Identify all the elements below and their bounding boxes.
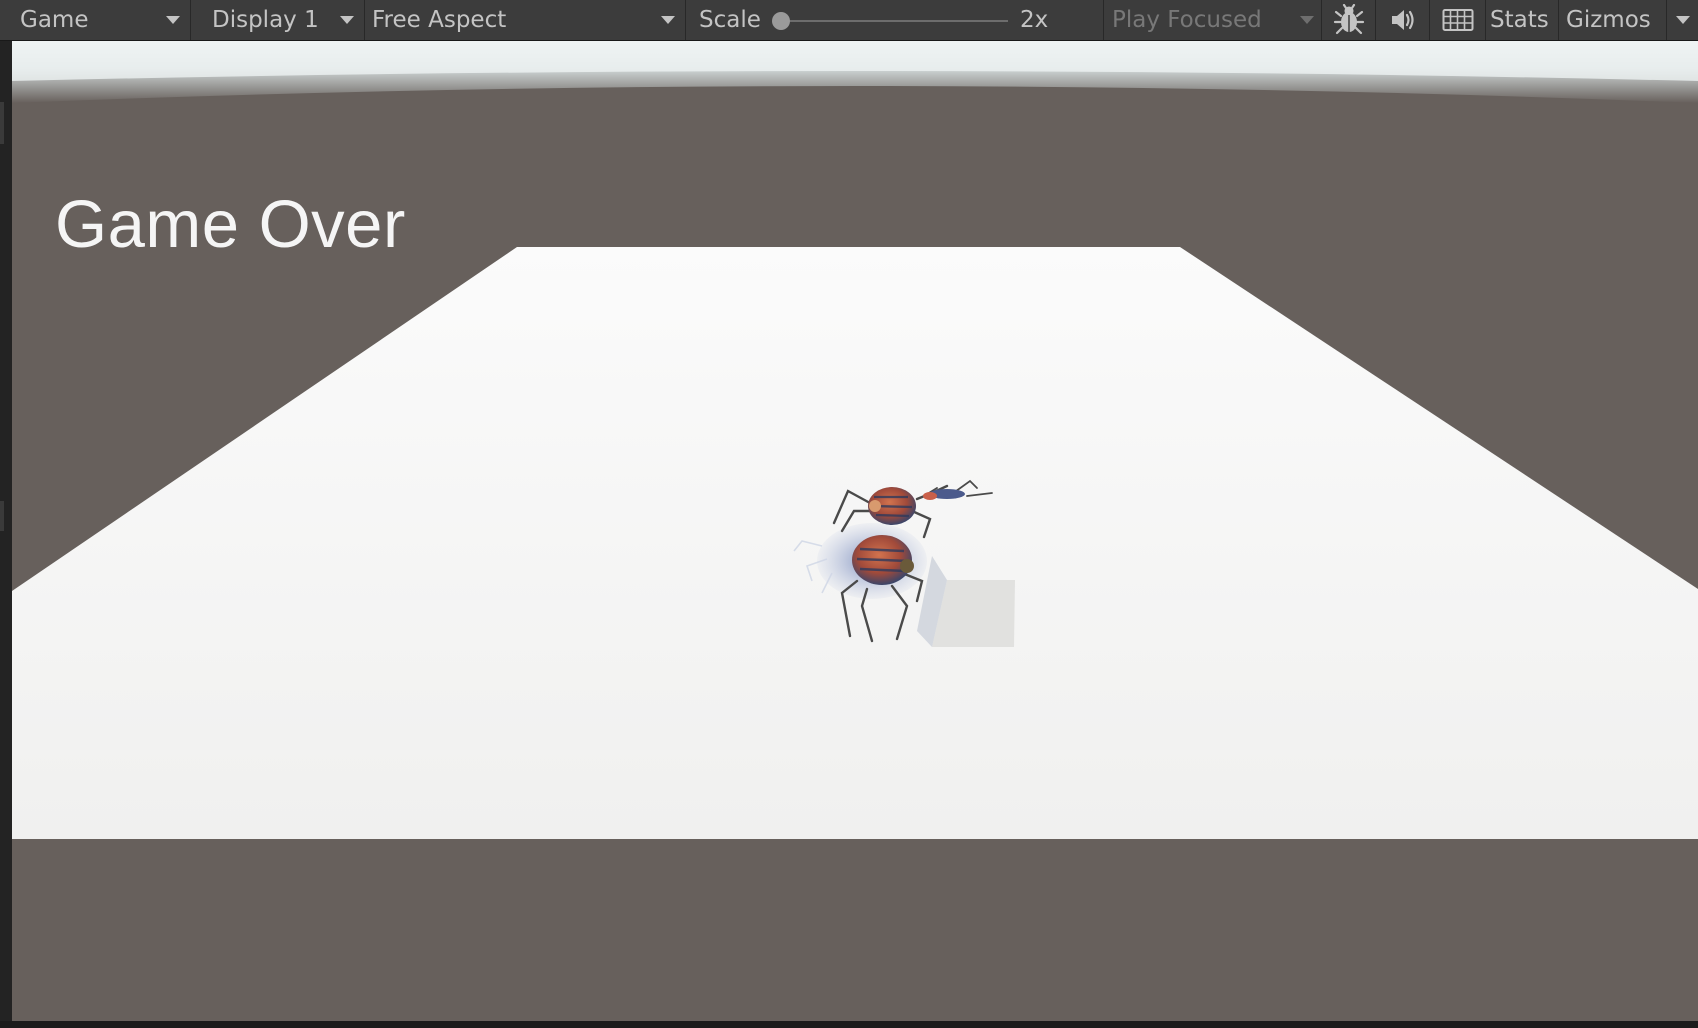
chevron-down-icon [1676, 16, 1690, 24]
speaker-icon [1392, 10, 1414, 30]
scale-slider-handle[interactable] [772, 12, 790, 30]
stats-button[interactable]: Stats [1487, 0, 1559, 40]
aspect-dropdown[interactable]: Free Aspect [366, 0, 686, 40]
panel-divider [0, 102, 4, 144]
keyboard-shortcuts-button[interactable] [1431, 0, 1486, 40]
gizmos-menu-button[interactable] [1668, 0, 1698, 40]
chevron-down-icon [1300, 16, 1314, 24]
left-panel-edge [0, 41, 12, 1028]
view-mode-label: Game [20, 7, 89, 33]
stats-label: Stats [1490, 7, 1549, 33]
window-bottom-border [0, 1021, 1698, 1028]
display-label: Display 1 [212, 7, 319, 33]
chevron-down-icon [340, 16, 354, 24]
play-mode-label: Play Focused [1112, 7, 1262, 33]
keyboard-icon [1442, 9, 1474, 31]
scale-label: Scale [699, 7, 761, 33]
chevron-down-icon [661, 16, 675, 24]
gizmos-button[interactable]: Gizmos [1560, 0, 1667, 40]
view-mode-dropdown[interactable]: Game [0, 0, 191, 40]
scale-value: 2x [1020, 7, 1049, 33]
game-viewport[interactable]: Game Over [12, 41, 1698, 1021]
game-window: Game Display 1 Free Aspect Scale 2x Play… [0, 0, 1698, 1028]
scale-slider-track[interactable] [788, 20, 1008, 22]
bug-button[interactable] [1323, 0, 1376, 40]
bug-icon [1333, 4, 1365, 35]
play-mode-dropdown[interactable]: Play Focused [1103, 0, 1322, 40]
aspect-label: Free Aspect [372, 7, 507, 33]
game-over-text: Game Over [55, 187, 406, 262]
chevron-down-icon [166, 16, 180, 24]
panel-divider [0, 501, 4, 531]
game-view-toolbar: Game Display 1 Free Aspect Scale 2x Play… [0, 0, 1698, 41]
gizmos-label: Gizmos [1566, 7, 1651, 33]
mute-audio-button[interactable] [1377, 0, 1430, 40]
display-dropdown[interactable]: Display 1 [192, 0, 365, 40]
